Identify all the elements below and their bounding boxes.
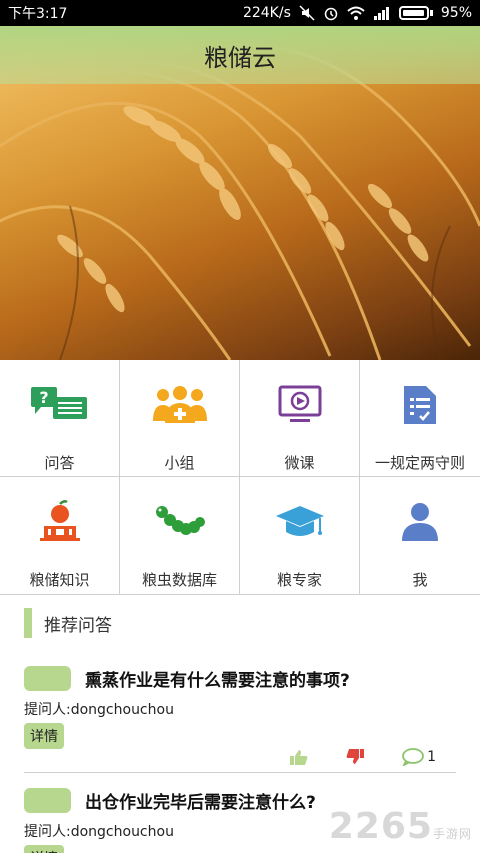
- detail-button[interactable]: 详情: [24, 845, 64, 853]
- mute-icon: [299, 5, 315, 21]
- wifi-icon: [347, 6, 365, 20]
- grid-item-knowledge[interactable]: 粮储知识: [0, 477, 120, 595]
- grid-label: 小组: [164, 454, 195, 472]
- status-right: 224K/s 95%: [243, 5, 472, 21]
- status-bar: 下午3:17 224K/s 95%: [0, 0, 480, 26]
- section-header: 推荐问答: [24, 608, 112, 638]
- apple-book-icon: [30, 499, 90, 545]
- comment-icon: [402, 748, 424, 766]
- question-title[interactable]: 熏蒸作业是有什么需要注意的事项?: [85, 666, 350, 691]
- watermark-sub: 手游网: [432, 827, 472, 841]
- group-add-icon: [150, 382, 210, 428]
- alarm-icon: [324, 7, 338, 21]
- question-item[interactable]: 熏蒸作业是有什么需要注意的事项? 提问人:dongchouchou 详情 1: [24, 666, 456, 766]
- section-title: 推荐问答: [44, 615, 112, 636]
- grid-label: 我: [412, 571, 428, 589]
- feature-grid: ? 问答 小组 微课 一规定两守则 粮储知识 粮虫数据库 粮专家 我: [0, 360, 480, 596]
- thumbs-down-icon[interactable]: [346, 749, 365, 765]
- question-actions: 1: [290, 748, 436, 766]
- grid-label: 粮专家: [276, 571, 322, 589]
- grid-item-rules[interactable]: 一规定两守则: [360, 360, 480, 477]
- app-title-bar: 粮储云: [0, 26, 480, 84]
- signal-icon: [373, 7, 389, 20]
- grid-item-me[interactable]: 我: [360, 477, 480, 595]
- caterpillar-icon: [150, 499, 210, 545]
- question-title-row: 熏蒸作业是有什么需要注意的事项?: [24, 666, 456, 691]
- battery-icon: [398, 6, 433, 20]
- question-tag: [24, 666, 71, 691]
- graduation-cap-icon: [270, 499, 330, 545]
- svg-text:?: ?: [39, 388, 48, 407]
- watermark-brand: 2265: [328, 806, 433, 847]
- comment-action[interactable]: 1: [402, 748, 436, 766]
- detail-button[interactable]: 详情: [24, 723, 64, 749]
- document-checklist-icon: [390, 382, 450, 428]
- battery-level: 95%: [440, 5, 472, 21]
- grid-item-pest-db[interactable]: 粮虫数据库: [120, 477, 240, 595]
- grid-item-group[interactable]: 小组: [120, 360, 240, 477]
- grid-item-course[interactable]: 微课: [240, 360, 360, 477]
- watermark-logo: 2265手游网: [329, 806, 472, 847]
- question-tag: [24, 788, 71, 813]
- network-speed: 224K/s: [242, 5, 291, 21]
- grid-label: 一规定两守则: [374, 454, 465, 472]
- divider: [24, 772, 456, 773]
- status-time: 下午3:17: [8, 6, 68, 22]
- video-screen-icon: [270, 382, 330, 428]
- grid-label: 粮储知识: [29, 571, 90, 589]
- thumbs-up-icon[interactable]: [290, 749, 308, 765]
- app-title: 粮储云: [204, 43, 276, 72]
- chat-question-icon: ?: [30, 382, 90, 428]
- section-accent-bar: [24, 608, 32, 638]
- comment-count: 1: [427, 749, 436, 765]
- user-icon: [390, 499, 450, 545]
- grid-item-expert[interactable]: 粮专家: [240, 477, 360, 595]
- question-title[interactable]: 出仓作业完毕后需要注意什么?: [85, 788, 316, 813]
- grid-label: 粮虫数据库: [141, 571, 217, 589]
- grid-label: 微课: [284, 454, 315, 472]
- grid-label: 问答: [44, 454, 75, 472]
- grid-item-qa[interactable]: ? 问答: [0, 360, 120, 477]
- question-asker: 提问人:dongchouchou: [24, 702, 174, 718]
